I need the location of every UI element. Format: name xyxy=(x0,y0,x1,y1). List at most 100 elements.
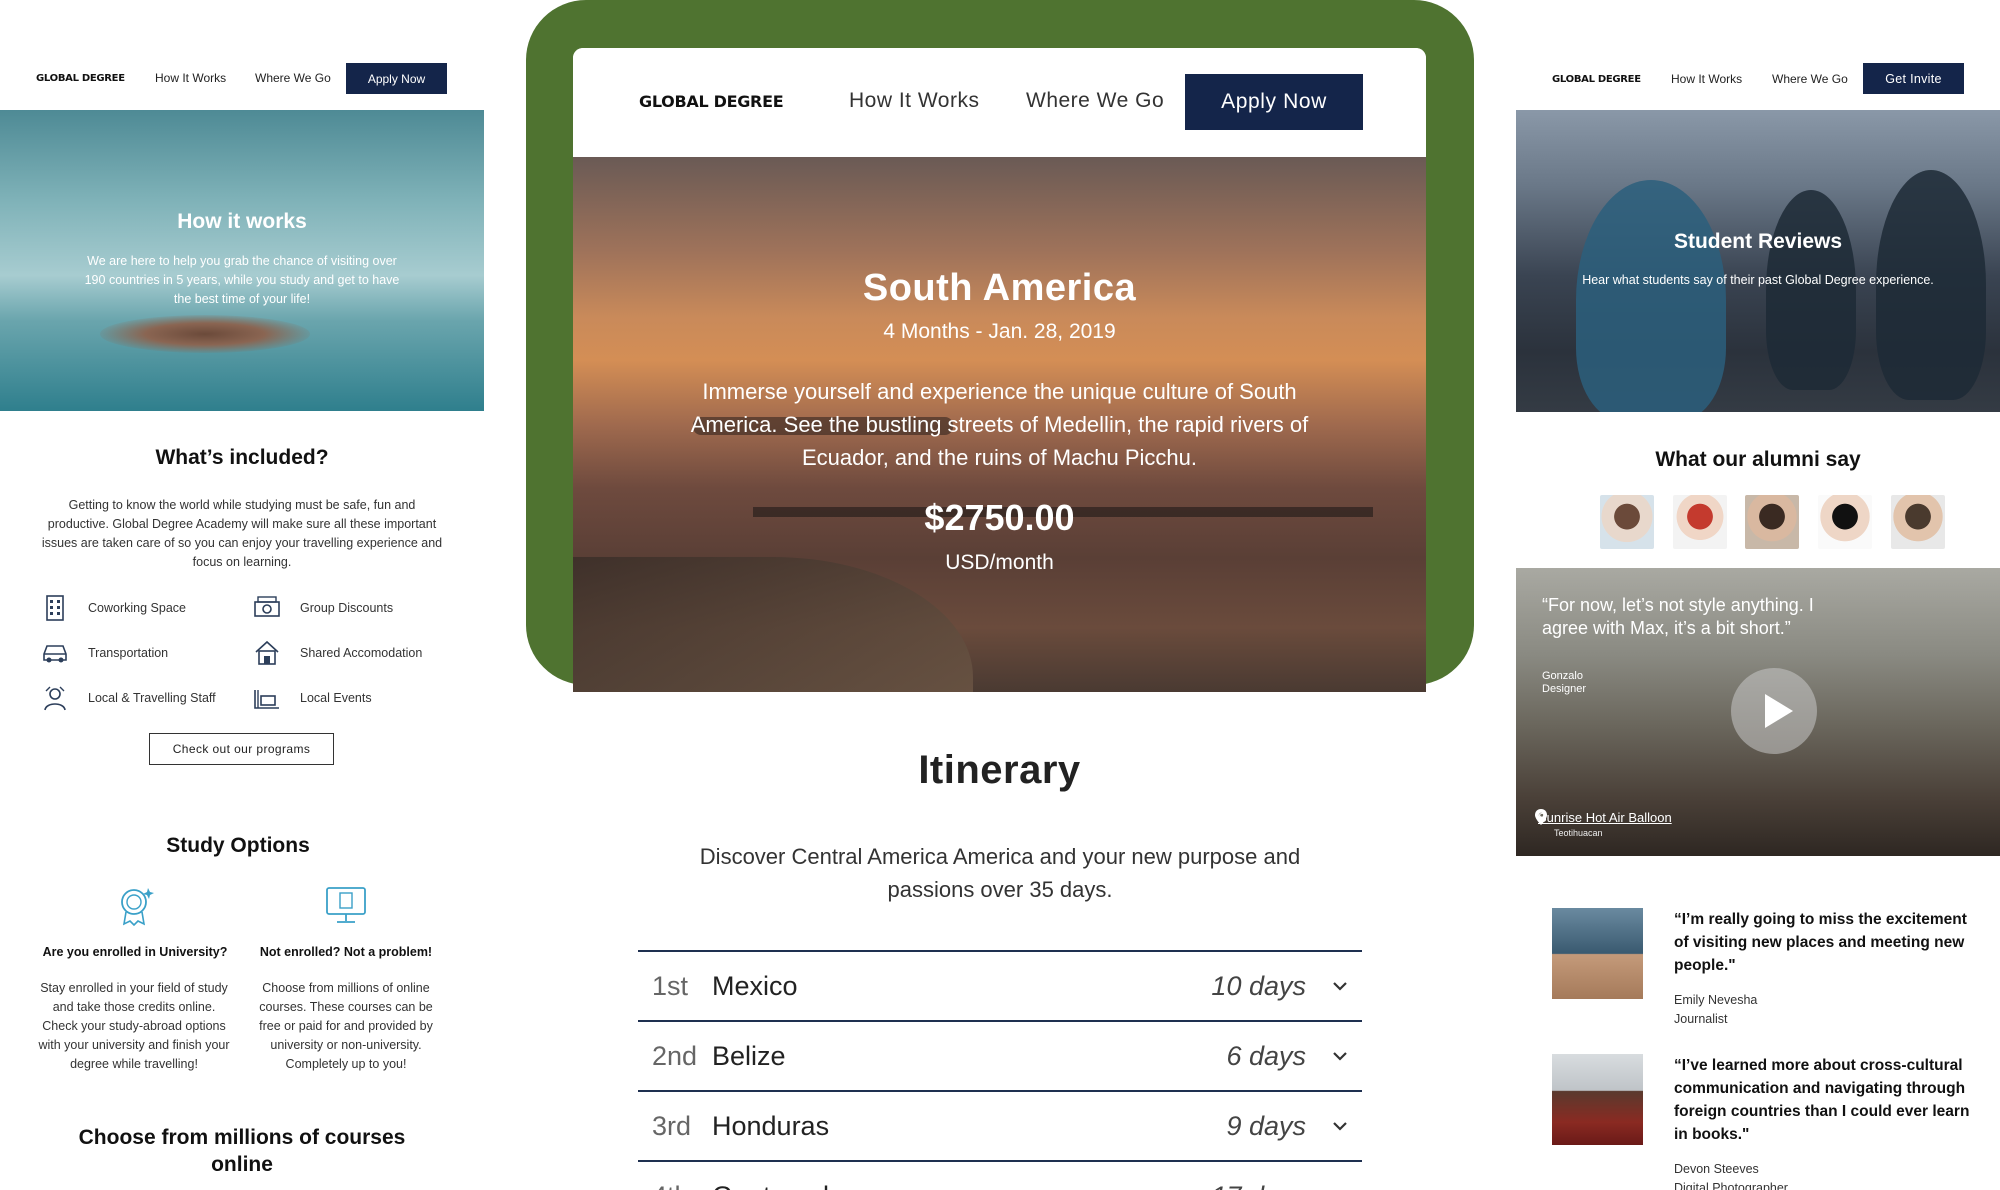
feature-group-discounts: Group Discounts xyxy=(252,593,393,623)
avatar[interactable] xyxy=(1673,495,1727,549)
stop-country: Guatemala xyxy=(712,1181,844,1190)
alumni-title: What our alumni say xyxy=(1655,448,1861,471)
left-nav-how-it-works[interactable]: How It Works xyxy=(155,71,226,85)
feature-label: Transportation xyxy=(88,646,169,660)
center-tablet-page: GLOBAL DEGREE How It Works Where We Go A… xyxy=(573,48,1426,692)
center-apply-button[interactable]: Apply Now xyxy=(1185,74,1363,130)
study-options-title: Study Options xyxy=(166,834,310,857)
left-logo[interactable]: GLOBAL DEGREE xyxy=(36,73,125,84)
testimonial-quote: “I’ve learned more about cross-cultural … xyxy=(1674,1057,1970,1143)
stop-order: 3rd xyxy=(652,1110,692,1141)
courses-title: Choose from millions of courses online xyxy=(78,1126,406,1176)
author-name: Emily Nevesha xyxy=(1674,993,1758,1007)
left-mobile-page: GLOBAL DEGREE How It Works Where We Go A… xyxy=(0,0,484,1190)
included-title: What’s included? xyxy=(155,446,329,469)
stop-days: 10 days xyxy=(1211,970,1306,1001)
reviews-hero-image: Student Reviews Hear what students say o… xyxy=(1516,110,2000,412)
feature-transportation: Transportation xyxy=(40,638,168,668)
stop-order: 1st xyxy=(652,970,689,1001)
itinerary-row[interactable]: 2nd Belize 6 days xyxy=(638,1020,1362,1090)
sunset-hero-image: South America 4 Months - Jan. 28, 2019 I… xyxy=(573,157,1426,692)
stop-days: 6 days xyxy=(1226,1040,1306,1071)
author-name: Devon Steeves xyxy=(1674,1162,1759,1176)
stop-country: Belize xyxy=(712,1040,786,1071)
chevron-down-icon[interactable] xyxy=(1328,974,1352,998)
feature-label: Local & Travelling Staff xyxy=(88,691,216,705)
avatar[interactable] xyxy=(1600,495,1654,549)
speaker-name: Gonzalo xyxy=(1542,670,1583,682)
staff-icon xyxy=(40,683,70,713)
included-text: Getting to know the world while studying… xyxy=(41,498,443,569)
option-enrolled-text: Stay enrolled in your field of study and… xyxy=(38,981,230,1071)
car-icon xyxy=(40,638,70,668)
feature-label: Coworking Space xyxy=(88,601,186,615)
chevron-down-icon[interactable] xyxy=(1328,1044,1352,1068)
center-navbar: GLOBAL DEGREE How It Works Where We Go A… xyxy=(573,48,1426,157)
destination-description: Immerse yourself and experience the uniq… xyxy=(690,379,1309,470)
play-button[interactable] xyxy=(1731,668,1817,754)
option-not-enrolled-title: Not enrolled? Not a problem! xyxy=(259,945,433,959)
center-nav-where-we-go[interactable]: Where We Go xyxy=(1026,89,1164,113)
trip-price: $2750.00 xyxy=(924,497,1075,538)
monitor-icon xyxy=(326,887,366,923)
house-icon xyxy=(252,638,282,668)
video-speaker: Gonzalo Designer xyxy=(1542,670,1586,696)
reviews-title: Student Reviews xyxy=(1673,230,1843,253)
right-mobile-page: GLOBAL DEGREE How It Works Where We Go G… xyxy=(1516,0,2000,1190)
trip-dates: 4 Months - Jan. 28, 2019 xyxy=(883,320,1116,343)
left-hero-title: How it works xyxy=(177,210,307,233)
right-navbar: GLOBAL DEGREE How It Works Where We Go G… xyxy=(1516,58,2000,100)
left-hero-text: We are here to help you grab the chance … xyxy=(84,254,400,306)
person-shape xyxy=(1576,180,1726,412)
testimonial-photo xyxy=(1552,908,1643,999)
right-logo[interactable]: GLOBAL DEGREE xyxy=(1552,74,1641,85)
center-nav-how-it-works[interactable]: How It Works xyxy=(849,89,979,113)
itinerary-title: Itinerary xyxy=(918,748,1081,792)
testimonial-quote: “I’m really going to miss the excitement… xyxy=(1674,911,1967,974)
itinerary-row[interactable]: 4th Guatemala 17 days xyxy=(638,1160,1362,1190)
avatar[interactable] xyxy=(1891,495,1945,549)
itinerary-row[interactable]: 1st Mexico 10 days xyxy=(638,950,1362,1020)
avatar[interactable] xyxy=(1745,495,1799,549)
play-icon xyxy=(1765,694,1793,728)
feature-label: Group Discounts xyxy=(300,601,394,615)
left-hero-image: How it works We are here to help you gra… xyxy=(0,110,484,411)
itinerary-subtitle: Discover Central America America and you… xyxy=(699,844,1301,902)
itinerary-row[interactable]: 3rd Honduras 9 days xyxy=(638,1090,1362,1160)
left-navbar: GLOBAL DEGREE How It Works Where We Go A… xyxy=(0,58,484,98)
stop-country: Honduras xyxy=(712,1110,830,1141)
option-enrolled-title: Are you enrolled in University? xyxy=(42,945,228,959)
island-shape xyxy=(100,315,310,353)
right-nav-how-it-works[interactable]: How It Works xyxy=(1671,72,1742,86)
events-icon xyxy=(252,683,282,713)
feature-local-events: Local Events xyxy=(252,683,372,713)
video-place: Teotihuacan xyxy=(1554,828,1603,838)
center-logo[interactable]: GLOBAL DEGREE xyxy=(639,92,784,111)
video-location[interactable]: Sunrise Hot Air Balloon xyxy=(1538,810,1672,825)
person-shape xyxy=(1766,190,1856,390)
left-nav-where-we-go[interactable]: Where We Go xyxy=(255,71,331,85)
shore-shape xyxy=(573,557,973,692)
reviews-text: Hear what students say of their past Glo… xyxy=(1582,273,1934,287)
get-invite-button[interactable]: Get Invite xyxy=(1863,63,1964,94)
chevron-down-icon[interactable] xyxy=(1328,1114,1352,1138)
feature-accomodation: Shared Accomodation xyxy=(252,638,422,668)
testimonial-author: Devon Steeves Digital Photographer xyxy=(1674,1160,1788,1190)
avatar[interactable] xyxy=(1818,495,1872,549)
stop-country: Mexico xyxy=(712,970,798,1001)
price-unit: USD/month xyxy=(945,551,1054,574)
money-icon xyxy=(252,593,282,623)
destination-title: South America xyxy=(862,267,1137,309)
right-nav-where-we-go[interactable]: Where We Go xyxy=(1772,72,1848,86)
building-icon xyxy=(40,593,70,623)
left-apply-button[interactable]: Apply Now xyxy=(346,63,447,94)
feature-label: Shared Accomodation xyxy=(300,646,423,660)
testimonial-author: Emily Nevesha Journalist xyxy=(1674,991,1757,1029)
check-programs-button[interactable]: Check out our programs xyxy=(149,733,334,765)
award-icon xyxy=(121,888,154,927)
video-quote: “For now, let’s not style anything. I ag… xyxy=(1542,595,1814,638)
speaker-role: Designer xyxy=(1542,683,1587,695)
video-testimonial[interactable]: “For now, let’s not style anything. I ag… xyxy=(1516,568,2000,856)
stop-order: 4th xyxy=(652,1181,712,1190)
option-not-enrolled-text: Choose from millions of online courses. … xyxy=(259,981,433,1071)
